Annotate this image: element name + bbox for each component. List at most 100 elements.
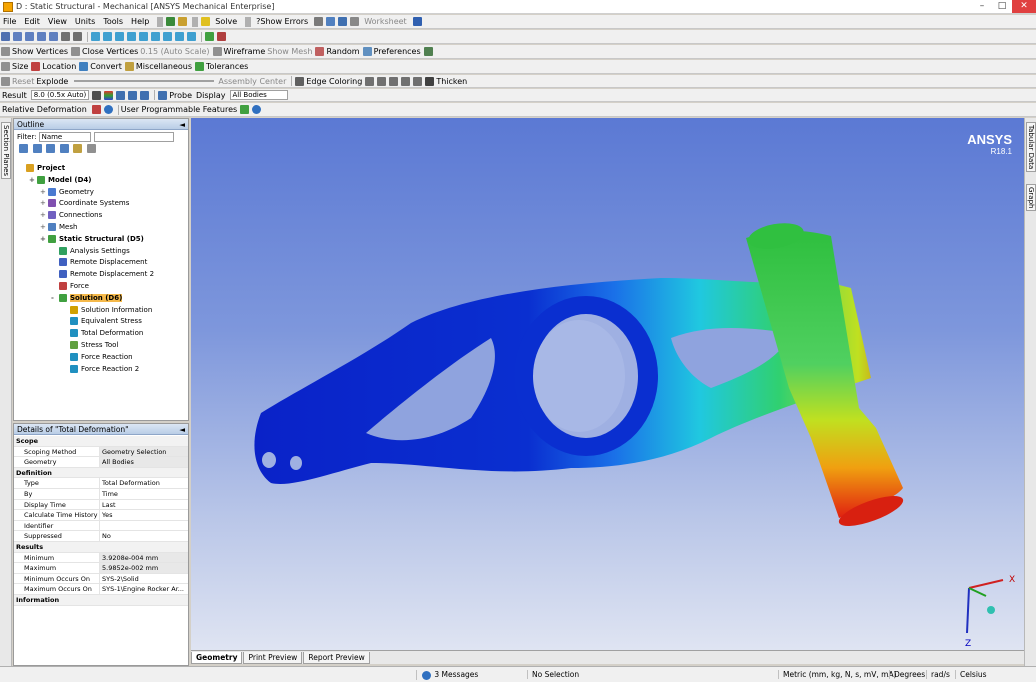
min-icon[interactable] — [140, 90, 150, 100]
pointer-icon[interactable] — [412, 17, 422, 26]
edge-style-5-icon[interactable] — [413, 76, 423, 86]
expand-toggle-icon[interactable]: + — [40, 187, 48, 199]
show-mesh-button[interactable]: Show Mesh — [267, 47, 312, 56]
box-zoom-icon[interactable] — [127, 32, 136, 41]
random-colors-button[interactable]: Random — [326, 47, 359, 56]
wireframe-button[interactable]: Wireframe — [224, 47, 266, 56]
details-value[interactable]: Last — [100, 500, 188, 510]
rotation-units-status[interactable]: rad/s — [926, 670, 950, 679]
edge-style-1-icon[interactable] — [365, 76, 375, 86]
tree-item[interactable]: + Model (D4) — [14, 175, 190, 187]
details-value[interactable]: 5.9852e-002 mm — [100, 563, 188, 573]
solve-button[interactable]: Solve — [212, 17, 240, 26]
edge-coloring-dropdown[interactable]: Edge Coloring — [306, 77, 362, 86]
tree-item[interactable]: Equivalent Stress — [14, 316, 190, 328]
menu-edit[interactable]: Edit — [21, 17, 43, 26]
graphics-options-icon[interactable] — [423, 47, 433, 56]
collapse-all-icon[interactable] — [32, 144, 42, 153]
fit-icon[interactable] — [139, 32, 148, 41]
details-row[interactable]: Suppressed No — [14, 531, 188, 542]
details-value[interactable]: All Bodies — [100, 457, 188, 467]
rotate-icon[interactable] — [91, 32, 100, 41]
rocker-arm-model[interactable]: X Z — [191, 118, 1024, 650]
location-icon[interactable] — [31, 62, 41, 71]
vertex-select-icon[interactable] — [13, 32, 22, 41]
scale-dropdown[interactable]: 8.0 (0.5x Auto) — [30, 90, 90, 100]
details-value[interactable]: 3.9208e-004 mm — [100, 552, 188, 563]
tree-item[interactable]: + Static Structural (D5) — [14, 234, 190, 246]
details-value[interactable]: Yes — [100, 510, 188, 520]
location-button[interactable]: Location — [42, 62, 76, 71]
details-value[interactable]: Time — [100, 489, 188, 499]
graph-tab[interactable]: Graph — [1026, 184, 1036, 212]
folder-icon[interactable] — [73, 144, 83, 153]
assembly-center-dropdown[interactable]: Assembly Center — [218, 77, 286, 86]
reset-button[interactable]: Reset — [12, 77, 34, 86]
tree-item[interactable]: Analysis Settings — [14, 246, 190, 258]
show-errors-button[interactable]: ?Show Errors — [253, 17, 311, 26]
max-icon[interactable] — [128, 90, 138, 100]
details-row[interactable]: Calculate Time History Yes — [14, 510, 188, 521]
details-row[interactable]: Display Time Last — [14, 499, 188, 511]
solve-icon[interactable] — [201, 17, 211, 26]
upf-help-icon[interactable] — [252, 105, 262, 114]
tree-item[interactable]: Remote Displacement 2 — [14, 269, 190, 281]
element-select-icon[interactable] — [73, 32, 82, 41]
auto-scale-field[interactable]: 0.15 (Auto Scale) — [140, 47, 209, 56]
probe-button[interactable]: Probe — [169, 91, 192, 100]
details-row[interactable]: Minimum Occurs On SYS-2\Solid — [14, 573, 188, 585]
show-vertices-icon[interactable] — [1, 47, 10, 56]
tree-item[interactable]: Remote Displacement — [14, 257, 190, 269]
details-row[interactable]: Maximum 5.9852e-002 mm — [14, 563, 188, 574]
temperature-units-status[interactable]: Celsius — [955, 670, 987, 679]
expand-toggle-icon[interactable]: + — [40, 222, 48, 234]
body-select-icon[interactable] — [49, 32, 58, 41]
next-view-icon[interactable] — [175, 32, 184, 41]
preferences-icon[interactable] — [362, 47, 372, 56]
display-dropdown[interactable]: All Bodies — [229, 90, 288, 100]
menu-units[interactable]: Units — [72, 17, 98, 26]
convert-icon[interactable] — [79, 62, 89, 71]
menu-tools[interactable]: Tools — [100, 17, 126, 26]
edge-style-3-icon[interactable] — [389, 76, 399, 86]
tab-report-preview[interactable]: Report Preview — [303, 652, 370, 664]
tree-item[interactable]: Project — [14, 163, 190, 175]
thicken-button[interactable]: Thicken — [436, 77, 467, 86]
geometry-display-icon[interactable] — [92, 90, 102, 100]
hide-body-icon[interactable] — [217, 32, 226, 41]
details-row[interactable]: Maximum Occurs On SYS-1\Engine Rocker Ar.… — [14, 584, 188, 595]
probe-icon[interactable] — [158, 90, 168, 100]
details-row[interactable]: By Time — [14, 488, 188, 500]
expand-toggle-icon[interactable]: + — [29, 175, 37, 187]
tabular-data-tab[interactable]: Tabular Data — [1026, 122, 1036, 173]
expand-toggle-icon[interactable]: + — [40, 234, 48, 246]
expand-toggle-icon[interactable]: + — [40, 198, 48, 210]
details-section-header[interactable]: Scope — [14, 436, 188, 447]
preferences-button[interactable]: Preferences — [374, 47, 421, 56]
menu-file[interactable]: File — [0, 17, 19, 26]
details-row[interactable]: Geometry All Bodies — [14, 457, 188, 468]
tab-print-preview[interactable]: Print Preview — [243, 652, 303, 664]
wireframe-icon[interactable] — [212, 47, 222, 56]
convert-button[interactable]: Convert — [90, 62, 122, 71]
previous-view-icon[interactable] — [163, 32, 172, 41]
details-value[interactable]: SYS-1\Engine Rocker Ar... — [100, 584, 188, 594]
filter-dropdown[interactable]: Name — [38, 132, 91, 142]
pin-icon[interactable]: ◄ — [179, 119, 185, 130]
tab-geometry[interactable]: Geometry — [191, 652, 243, 664]
details-row[interactable]: Scoping Method Geometry Selection — [14, 446, 188, 458]
update-icon[interactable] — [178, 17, 188, 26]
upf-check-icon[interactable] — [240, 105, 250, 114]
pan-icon[interactable] — [103, 32, 112, 41]
miscellaneous-button[interactable]: Miscellaneous — [136, 62, 192, 71]
details-section-header[interactable]: Information — [14, 594, 188, 606]
edge-select-icon[interactable] — [25, 32, 34, 41]
details-pin-icon[interactable]: ◄ — [179, 424, 185, 435]
details-value[interactable]: SYS-2\Solid — [100, 574, 188, 584]
triad-icon[interactable] — [205, 32, 214, 41]
edge-coloring-icon[interactable] — [295, 76, 305, 86]
contour-icon[interactable] — [104, 90, 114, 100]
details-row[interactable]: Minimum 3.9208e-004 mm — [14, 552, 188, 564]
deformation-icon[interactable] — [91, 105, 101, 114]
units-status[interactable]: Metric (mm, kg, N, s, mV, mA) — [778, 670, 897, 679]
